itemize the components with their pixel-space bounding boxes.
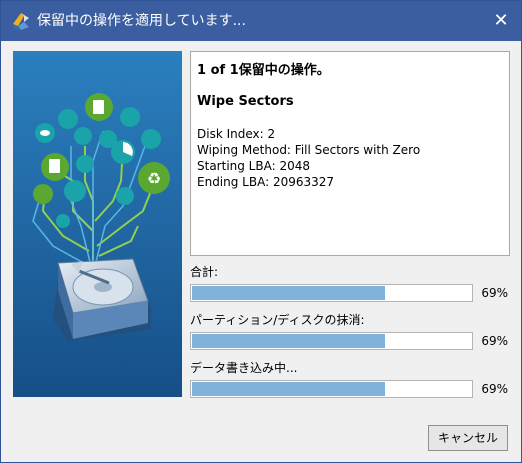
- writing-progress-percent: 69%: [481, 382, 508, 396]
- detail-starting-lba: Starting LBA: 2048: [197, 159, 310, 173]
- window-title: 保留中の操作を適用しています...: [37, 13, 246, 29]
- wipe-progress-label: パーティション/ディスクの抹消:: [190, 313, 365, 327]
- wipe-progress-bar: [190, 332, 473, 350]
- wipe-progress-percent: 69%: [481, 334, 508, 348]
- detail-disk-index: Disk Index: 2: [197, 127, 276, 141]
- total-progress-label: 合計:: [190, 265, 219, 279]
- operation-info-panel: 1 of 1保留中の操作。 Wipe Sectors Disk Index: 2…: [190, 51, 510, 256]
- close-icon[interactable]: ✕: [487, 7, 515, 35]
- wipe-progress-fill: [192, 334, 385, 348]
- total-progress-bar: [190, 284, 473, 302]
- writing-progress-bar: [190, 380, 473, 398]
- cancel-button[interactable]: キャンセル: [428, 425, 508, 451]
- partition-wizard-icon: [13, 13, 29, 30]
- operation-count-heading: 1 of 1保留中の操作。: [197, 63, 330, 78]
- hard-drive-data-tree-illustration: ♻: [13, 51, 182, 397]
- dialog-window: 保留中の操作を適用しています... ✕ ♻ 1 of 1保留中の操作。 Wipe…: [0, 0, 522, 463]
- total-progress-fill: [192, 286, 385, 300]
- operation-name: Wipe Sectors: [197, 94, 294, 109]
- detail-ending-lba: Ending LBA: 20963327: [197, 175, 335, 189]
- writing-progress-fill: [192, 382, 385, 396]
- svg-text:♻: ♻: [147, 169, 161, 188]
- detail-wiping-method: Wiping Method: Fill Sectors with Zero: [197, 143, 421, 157]
- total-progress-percent: 69%: [481, 286, 508, 300]
- writing-progress-label: データ書き込み中...: [190, 361, 298, 375]
- title-bar[interactable]: 保留中の操作を適用しています... ✕: [1, 1, 521, 41]
